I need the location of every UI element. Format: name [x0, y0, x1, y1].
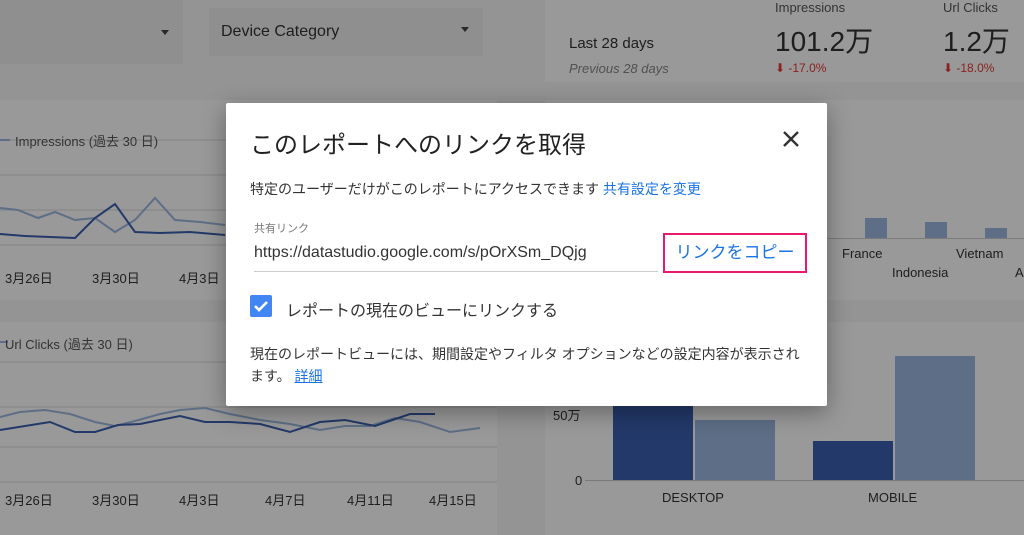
details-link[interactable]: 詳細: [295, 368, 323, 384]
share-link-field[interactable]: https://datastudio.google.com/s/pOrXSm_D…: [254, 244, 587, 262]
share-link-label: 共有リンク: [254, 223, 309, 235]
link-current-view-checkbox[interactable]: [250, 295, 272, 317]
dialog-title: このレポートへのリンクを取得: [250, 132, 586, 159]
view-settings-note-text: 現在のレポートビューには、期間設定やフィルタ オプションなどの設定内容が表示され…: [250, 346, 800, 384]
access-description-text: 特定のユーザーだけがこのレポートにアクセスできます: [250, 181, 600, 197]
access-description: 特定のユーザーだけがこのレポートにアクセスできます 共有設定を変更: [250, 179, 701, 199]
change-sharing-link[interactable]: 共有設定を変更: [603, 181, 701, 197]
checkmark-icon: [254, 301, 268, 312]
close-button[interactable]: [779, 127, 803, 151]
copy-link-button[interactable]: リンクをコピー: [663, 233, 807, 273]
view-settings-note: 現在のレポートビューには、期間設定やフィルタ オプションなどの設定内容が表示され…: [250, 343, 810, 387]
get-report-link-dialog: このレポートへのリンクを取得 特定のユーザーだけがこのレポートにアクセスできます…: [226, 103, 827, 406]
field-underline: [254, 271, 658, 272]
link-current-view-label: レポートの現在のビューにリンクする: [286, 303, 559, 320]
close-icon: [783, 131, 799, 147]
